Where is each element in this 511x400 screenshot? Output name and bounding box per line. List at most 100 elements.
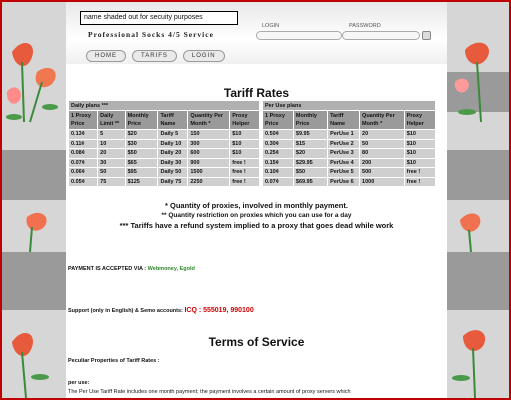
table-cell: $10 (229, 129, 260, 140)
nav-home[interactable]: HOME (86, 50, 126, 62)
table-cell: 10 (97, 138, 126, 149)
flower-graphic (26, 212, 47, 252)
table-header-row: 1 Proxy Price Monthly Price Tariff Name … (262, 110, 437, 130)
footnote: * Quantity of proxies, involved in month… (165, 201, 348, 210)
table-cell: Daily 75 (157, 176, 189, 187)
tos-title: Terms of Service (208, 335, 305, 349)
column-header: 1 Proxy Price (262, 110, 294, 130)
table-cell: free ! (403, 167, 437, 178)
payment-label: PAYMENT IS ACCEPTED VIA : (68, 266, 147, 272)
table-cell: free ! (229, 176, 260, 187)
table-cell: Daily 20 (157, 148, 189, 159)
footnotes: * Quantity of proxies, involved in month… (66, 201, 447, 231)
flower-graphic (12, 332, 49, 398)
table-cell: 0.11¢ (67, 138, 99, 149)
login-label: LOGIN (262, 23, 280, 29)
password-input[interactable] (342, 31, 420, 40)
table-cell: 1500 (187, 167, 231, 178)
table-row: 0.08¢ 20 $50 Daily 20 600 $10 (67, 148, 260, 159)
table-cell: 50 (97, 167, 126, 178)
table-cell: free ! (229, 157, 260, 168)
table-cell: 600 (187, 148, 231, 159)
table-cell: $20 (292, 148, 329, 159)
table-cell: 0.05¢ (67, 176, 99, 187)
table-caption: Daily plans *** (68, 100, 260, 111)
table-cell: PerUse 5 (327, 167, 361, 178)
table-cell: 0.10¢ (262, 167, 294, 178)
table-cell: PerUse 1 (327, 129, 361, 140)
table-header-row: 1 Proxy Price Daily Limit ** Monthly Pri… (67, 110, 260, 130)
column-header: Quantity Per Month * (187, 110, 231, 130)
table-cell: 0.07¢ (67, 157, 99, 168)
table-cell: 0.30¢ (262, 138, 294, 149)
per-use-plans-table: Per Use plans 1 Proxy Price Monthly Pric… (262, 100, 437, 187)
per-use-heading: per use: (68, 380, 90, 386)
page-title: Tariff Rates (223, 86, 290, 100)
table-cell: 50 (359, 138, 405, 149)
column-header: Tariff Name (157, 110, 189, 130)
table-cell: Daily 5 (157, 129, 189, 140)
main-nav: HOME TARIFS LOGIN (86, 50, 225, 62)
column-header: Monthly Price (292, 110, 329, 130)
table-row: 0.25¢ $20 PerUse 3 80 $10 (262, 148, 437, 159)
table-cell: $10 (403, 148, 437, 159)
table-cell: 300 (187, 138, 231, 149)
table-cell: 5 (97, 129, 126, 140)
gray-band (2, 150, 66, 200)
table-row: 0.07¢ 30 $65 Daily 30 900 free ! (67, 157, 260, 168)
table-cell: $10 (403, 138, 437, 149)
table-cell: $20 (124, 129, 159, 140)
table-cell: PerUse 6 (327, 176, 361, 187)
redaction-note: name shaded out for secuity purposes (80, 11, 238, 25)
table-cell: PerUse 3 (327, 148, 361, 159)
table-cell: 80 (359, 148, 405, 159)
nav-tarifs[interactable]: TARIFS (132, 50, 177, 62)
nav-login[interactable]: LOGIN (182, 50, 225, 62)
table-cell: $30 (124, 138, 159, 149)
table-cell: PerUse 4 (327, 157, 361, 168)
table-cell: 20 (97, 148, 126, 159)
footnote: *** Tariffs have a refund system implied… (119, 221, 394, 230)
table-cell: $69.95 (292, 176, 329, 187)
table-row: 0.05¢ 75 $125 Daily 75 2250 free ! (67, 176, 260, 187)
table-cell: $50 (124, 148, 159, 159)
table-cell: 0.08¢ (67, 148, 99, 159)
flower-graphic (6, 42, 58, 123)
table-cell: $10 (229, 138, 260, 149)
table-cell: $29.95 (292, 157, 329, 168)
table-cell: 0.15¢ (262, 157, 294, 168)
table-cell: Daily 30 (157, 157, 189, 168)
table-cell: $15 (292, 138, 329, 149)
table-cell: $10 (229, 148, 260, 159)
site-brand: Professional Socks 4/5 Service (88, 30, 214, 39)
right-decoration (445, 2, 509, 398)
payment-methods: Webmoney, Egold (147, 266, 195, 272)
table-cell: 1000 (359, 176, 405, 187)
column-header: Quantity Per Month * (359, 110, 405, 130)
table-row: 0.11¢ 10 $30 Daily 10 300 $10 (67, 138, 260, 149)
table-cell: 0.50¢ (262, 129, 294, 140)
site-header: name shaded out for secuity purposes Pro… (66, 2, 447, 64)
flower-graphic (454, 42, 489, 123)
table-cell: Daily 10 (157, 138, 189, 149)
column-header: Daily Limit ** (97, 110, 126, 130)
table-cell: 0.13¢ (67, 129, 99, 140)
flower-graphic (460, 213, 481, 252)
per-use-text: The Per Use Tariff Rate includes one mon… (68, 389, 351, 395)
daily-plans-table: Daily plans *** 1 Proxy Price Daily Limi… (67, 100, 260, 187)
login-input[interactable] (256, 31, 342, 40)
table-cell: 75 (97, 176, 126, 187)
column-header: Monthly Price (124, 110, 159, 130)
support-label: Support (only in English) & Semo account… (68, 308, 183, 314)
login-submit-button[interactable] (422, 31, 431, 40)
table-row: 0.13¢ 5 $20 Daily 5 150 $10 (67, 129, 260, 140)
table-cell: $50 (292, 167, 329, 178)
table-cell: $10 (403, 157, 437, 168)
table-cell: $125 (124, 176, 159, 187)
gray-band (2, 252, 66, 310)
table-row: 0.06¢ 50 $95 Daily 50 1500 free ! (67, 167, 260, 178)
table-cell: 20 (359, 129, 405, 140)
table-cell: 900 (187, 157, 231, 168)
table-cell: $95 (124, 167, 159, 178)
table-row: 0.50¢ $9.95 PerUse 1 20 $10 (262, 129, 437, 140)
